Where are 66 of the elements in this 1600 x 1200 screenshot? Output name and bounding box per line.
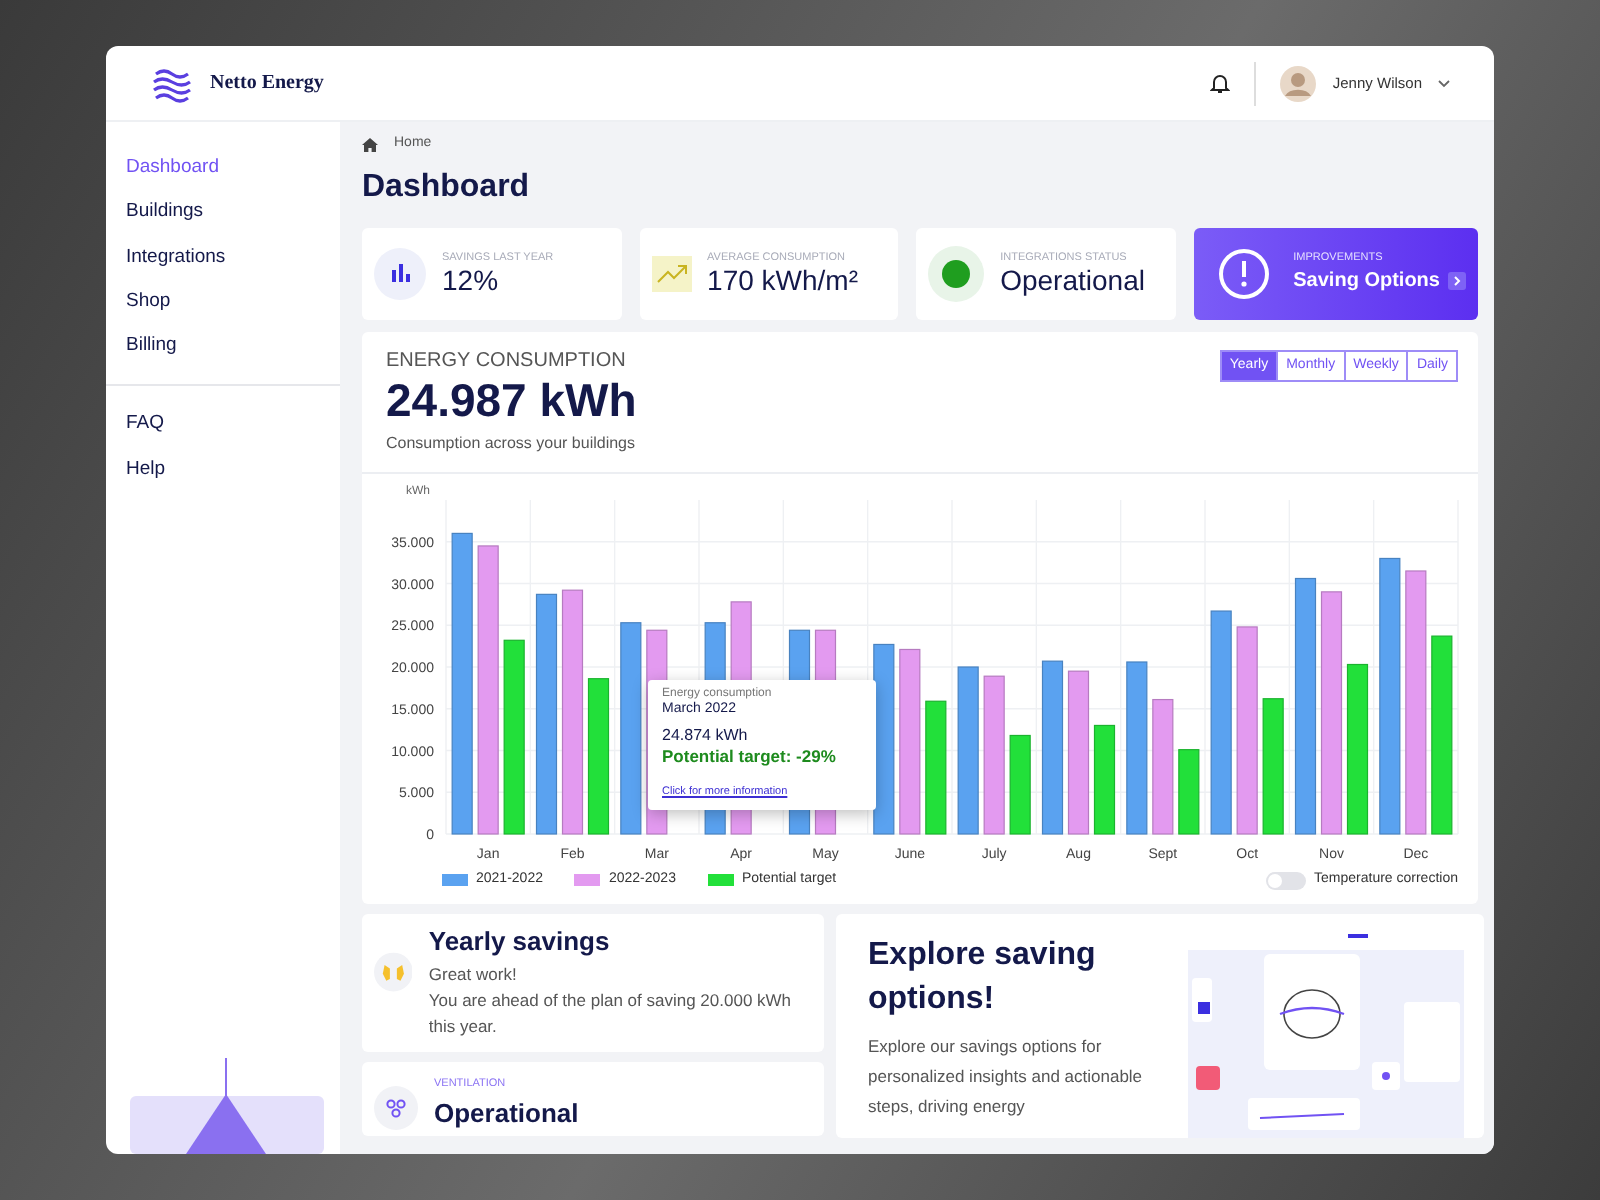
chart-bar[interactable] <box>1009 734 1031 835</box>
legend-swatch <box>574 874 601 887</box>
home-icon[interactable] <box>362 137 378 152</box>
sidebar-item[interactable]: Help <box>106 447 340 492</box>
chart-bar[interactable] <box>535 593 558 835</box>
chart-bar[interactable] <box>1379 557 1401 835</box>
legend-swatch <box>442 874 468 887</box>
chevron-right-icon <box>1447 272 1466 291</box>
chart-bar[interactable] <box>1294 577 1317 835</box>
chart-bar[interactable] <box>899 648 921 835</box>
chart-bar[interactable] <box>1210 610 1232 835</box>
card-text: Great work! <box>428 961 519 988</box>
avatar[interactable] <box>1280 65 1317 101</box>
improvements-value: Saving Options <box>1293 268 1440 297</box>
promo-text: Explore our savings options for personalized insights and actionable steps, driving energy <box>868 1034 1145 1121</box>
consumption-subtitle: Consumption across your buildings <box>386 431 637 456</box>
status-dot-icon <box>928 245 985 301</box>
legend-swatch <box>707 874 734 887</box>
fan-icon <box>374 1086 418 1131</box>
chart-bar[interactable] <box>957 666 979 835</box>
sidebar-item[interactable]: Buildings <box>106 190 340 235</box>
stat-value: Operational <box>1000 265 1145 297</box>
chart-bar[interactable] <box>1236 625 1258 835</box>
sidebar-item[interactable]: Dashboard <box>106 146 340 191</box>
temperature-toggle[interactable] <box>1266 871 1307 890</box>
chart-bar[interactable] <box>1126 661 1148 835</box>
chart-bar[interactable] <box>1152 698 1174 835</box>
clapping-hands-icon <box>374 950 413 995</box>
promo-title: Explore saving options! <box>868 936 1098 1020</box>
chevron-down-icon[interactable] <box>1438 79 1450 87</box>
chart-bar[interactable] <box>983 675 1005 835</box>
chart-bar[interactable] <box>1178 748 1200 835</box>
section-title: ENERGY CONSUMPTION <box>386 347 628 375</box>
card-title: Yearly savings <box>428 924 612 961</box>
chart-bar[interactable] <box>1431 635 1453 835</box>
chart-bar[interactable] <box>925 700 947 835</box>
card-text: You are ahead of the plan of saving 20.000 kWh this year. <box>428 987 794 1041</box>
stat-value: 170 kWh/m² <box>707 265 859 297</box>
chart-bar[interactable] <box>1093 724 1116 835</box>
consumption-value: 24.987 kWh <box>386 375 637 426</box>
chart-bar[interactable] <box>1041 660 1064 835</box>
sidebar-item[interactable]: Billing <box>106 324 340 369</box>
exclamation-circle-icon <box>1217 247 1270 299</box>
chart-bar[interactable] <box>503 639 525 835</box>
chart-bar[interactable] <box>561 589 584 835</box>
bar-chart-icon <box>374 247 426 299</box>
chart-bar[interactable] <box>587 677 610 835</box>
chart-bar[interactable] <box>1067 670 1090 835</box>
chart-bar[interactable] <box>1405 569 1427 835</box>
tooltip-value: 24.874 kWh <box>662 726 750 746</box>
chart-bar[interactable] <box>1320 590 1343 835</box>
notification-bell-icon[interactable] <box>1210 72 1231 94</box>
stat-value: 12% <box>442 265 501 297</box>
sidebar-item[interactable]: FAQ <box>106 402 340 447</box>
tooltip-target: Potential target: -29% <box>662 745 838 767</box>
chart-bar[interactable] <box>477 544 499 835</box>
chart-bar[interactable] <box>1346 663 1369 835</box>
trend-up-icon <box>651 255 692 291</box>
sidebar-item[interactable]: Shop <box>106 279 340 324</box>
sidebar-item[interactable]: Integrations <box>106 235 340 280</box>
chart-bar[interactable] <box>620 621 642 835</box>
logo-text: Netto Energy <box>210 70 324 98</box>
chart-bar[interactable] <box>1262 697 1284 835</box>
page-title: Dashboard <box>362 167 532 207</box>
chart-bar[interactable] <box>451 532 473 835</box>
ventilation-status: Operational <box>434 1095 579 1132</box>
